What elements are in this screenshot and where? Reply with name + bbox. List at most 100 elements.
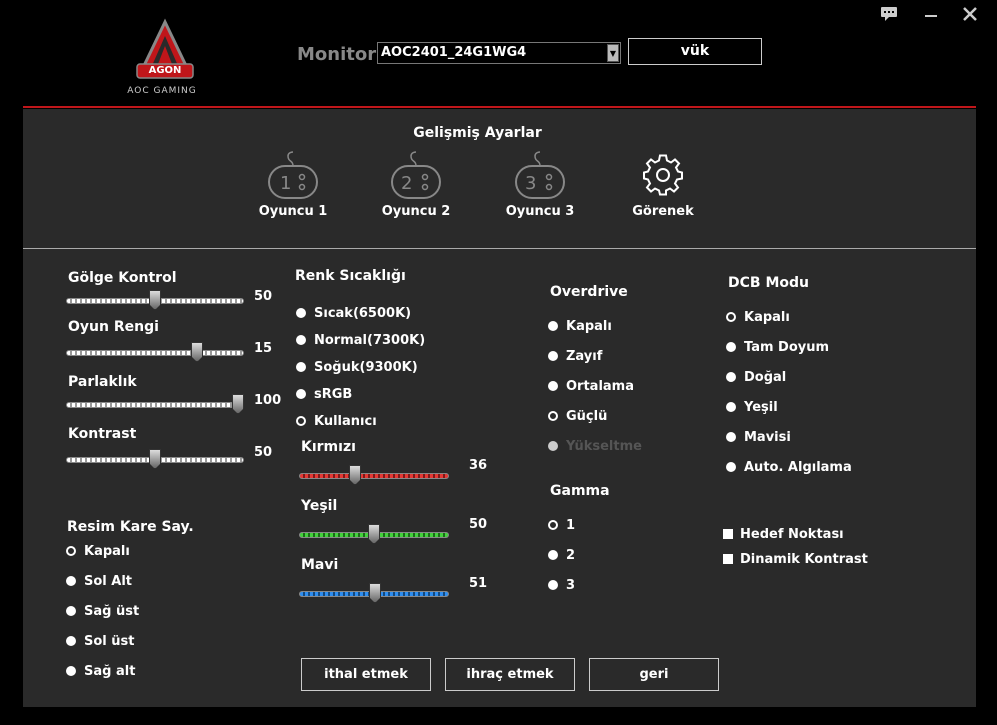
green-slider[interactable]	[299, 524, 449, 544]
red-slider[interactable]	[299, 465, 449, 485]
frame-counter-option[interactable]: Sol üst	[66, 633, 134, 649]
slider-thumb[interactable]	[368, 524, 380, 544]
shadow-control-value: 50	[254, 289, 273, 304]
close-icon[interactable]	[960, 6, 980, 24]
target-point-checkbox[interactable]: Hedef Noktası	[723, 526, 844, 542]
frame-counter-option[interactable]: Sağ üst	[66, 603, 139, 619]
contrast-label: Kontrast	[68, 426, 137, 442]
advanced-settings-title: Gelişmiş Ayarlar	[413, 125, 542, 141]
color-temp-option[interactable]: Soğuk(9300K)	[296, 359, 418, 375]
radio-label: Sağ alt	[84, 663, 136, 679]
slider-thumb[interactable]	[349, 465, 361, 485]
radio-icon	[296, 308, 306, 318]
slider-thumb[interactable]	[232, 394, 244, 414]
profile-label: Oyuncu 1	[258, 204, 328, 219]
profile-player-2[interactable]: 2 Oyuncu 2	[366, 150, 466, 219]
overdrive-option[interactable]: Güçlü	[548, 408, 607, 424]
section-divider	[23, 248, 976, 249]
slider-thumb[interactable]	[369, 583, 381, 603]
gamma-option[interactable]: 1	[548, 517, 575, 533]
minimize-icon[interactable]	[921, 6, 941, 24]
slider-thumb[interactable]	[149, 290, 161, 310]
profile-custom[interactable]: Görenek	[613, 150, 713, 219]
overdrive-option[interactable]: Zayıf	[548, 348, 602, 364]
monitor-label: Monitor	[297, 44, 377, 65]
red-label: Kırmızı	[301, 439, 356, 455]
green-value: 50	[469, 517, 488, 532]
dcb-option[interactable]: Auto. Algılama	[726, 459, 852, 475]
game-color-slider[interactable]	[66, 342, 244, 362]
profile-label: Oyuncu 3	[505, 204, 575, 219]
radio-icon	[726, 402, 736, 412]
frame-counter-option[interactable]: Sol Alt	[66, 573, 132, 589]
color-temp-option[interactable]: Normal(7300K)	[296, 332, 425, 348]
svg-text:2: 2	[401, 173, 412, 194]
radio-label: 2	[566, 547, 576, 563]
dcb-option[interactable]: Doğal	[726, 369, 786, 385]
radio-icon	[296, 335, 306, 345]
gamma-option[interactable]: 3	[548, 577, 575, 593]
export-button[interactable]: ihraç etmek	[445, 658, 575, 691]
radio-icon	[548, 550, 558, 560]
overdrive-option[interactable]: Ortalama	[548, 378, 634, 394]
monitor-select[interactable]: AOC2401_24G1WG4 ▼	[377, 42, 621, 64]
radio-label: Mavisi	[744, 429, 791, 445]
overdrive-title: Overdrive	[550, 284, 628, 300]
radio-label: Sol Alt	[84, 573, 133, 589]
chevron-down-icon[interactable]: ▼	[607, 44, 619, 62]
radio-icon	[548, 351, 558, 361]
feedback-icon[interactable]	[879, 6, 899, 24]
radio-icon	[548, 441, 558, 451]
color-temp-option[interactable]: sRGB	[296, 386, 352, 402]
color-temp-option[interactable]: Kullanıcı	[296, 413, 377, 429]
radio-icon	[296, 389, 306, 399]
slider-thumb[interactable]	[191, 342, 203, 362]
brightness-value: 100	[254, 393, 282, 408]
color-temp-title: Renk Sıcaklığı	[295, 268, 406, 284]
overdrive-option[interactable]: Kapalı	[548, 318, 612, 334]
overdrive-option-disabled: Yükseltme	[548, 438, 642, 454]
blue-label: Mavi	[301, 557, 339, 573]
brightness-slider[interactable]	[66, 394, 244, 414]
contrast-slider[interactable]	[66, 449, 244, 469]
frame-counter-option[interactable]: Kapalı	[66, 543, 130, 559]
checkbox-label: Dinamik Kontrast	[740, 551, 868, 567]
contrast-value: 50	[254, 445, 273, 460]
shadow-control-slider[interactable]	[66, 290, 244, 310]
slider-thumb[interactable]	[149, 449, 161, 469]
gamma-option[interactable]: 2	[548, 547, 575, 563]
radio-label: Zayıf	[566, 348, 603, 364]
dynamic-contrast-checkbox[interactable]: Dinamik Kontrast	[723, 551, 868, 567]
dcb-option[interactable]: Kapalı	[726, 309, 790, 325]
dcb-title: DCB Modu	[728, 275, 809, 291]
radio-label: Ortalama	[566, 378, 634, 394]
header-divider	[23, 106, 976, 108]
color-temp-option[interactable]: Sıcak(6500K)	[296, 305, 411, 321]
import-button[interactable]: ithal etmek	[301, 658, 431, 691]
profile-label: Oyuncu 2	[381, 204, 451, 219]
radio-selected-icon	[548, 411, 558, 421]
radio-icon	[548, 381, 558, 391]
dcb-option[interactable]: Tam Doyum	[726, 339, 829, 355]
profile-player-1[interactable]: 1 Oyuncu 1	[243, 150, 343, 219]
radio-icon	[66, 636, 76, 646]
radio-label: Doğal	[744, 369, 787, 385]
blue-slider[interactable]	[299, 583, 449, 603]
profile-player-3[interactable]: 3 Oyuncu 3	[490, 150, 590, 219]
gamepad-3-icon: 3	[515, 151, 565, 199]
radio-icon	[66, 666, 76, 676]
brand-badge: AGON	[148, 65, 182, 76]
radio-label: Normal(7300K)	[314, 332, 426, 348]
back-button[interactable]: geri	[589, 658, 719, 691]
svg-text:1: 1	[280, 173, 291, 194]
radio-label: Kapalı	[84, 543, 130, 559]
dcb-option[interactable]: Mavisi	[726, 429, 791, 445]
radio-label: Kullanıcı	[314, 413, 377, 429]
radio-label: 1	[566, 517, 576, 533]
load-button[interactable]: vük	[628, 38, 762, 65]
dcb-option[interactable]: Yeşil	[726, 399, 778, 415]
svg-text:3: 3	[525, 173, 536, 194]
frame-counter-option[interactable]: Sağ alt	[66, 663, 135, 679]
radio-icon	[66, 576, 76, 586]
radio-icon	[726, 342, 736, 352]
